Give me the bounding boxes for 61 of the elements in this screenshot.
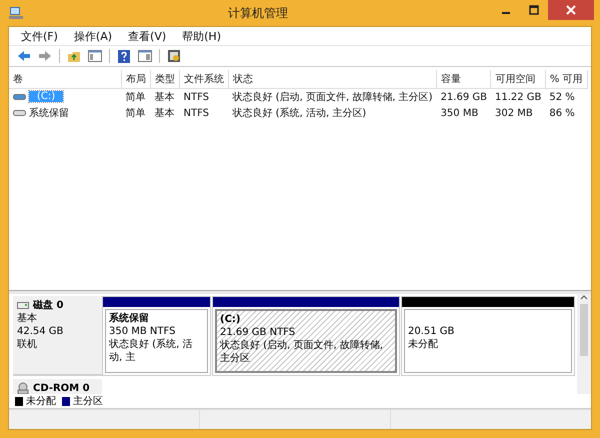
column-header[interactable]: 文件系统 — [180, 70, 228, 88]
drive-icon — [13, 94, 26, 100]
column-header[interactable]: 容量 — [436, 70, 491, 88]
properties-button[interactable] — [165, 47, 183, 65]
partition-size: 20.51 GB — [408, 325, 456, 338]
table-cell: 基本 — [150, 88, 180, 105]
partition-name: (C:) — [220, 313, 242, 326]
table-cell: 52 % — [545, 88, 588, 105]
menu-item[interactable]: 帮助(H) — [176, 28, 227, 44]
close-icon — [566, 5, 576, 15]
column-header[interactable]: 可用空间 — [490, 70, 546, 88]
table-cell-text: 简单 — [124, 106, 146, 121]
console-tree-button[interactable] — [86, 47, 104, 65]
table-cell-text: 基本 — [154, 106, 176, 121]
table-cell: NTFS — [180, 88, 228, 105]
partition-status: 未分配 — [408, 338, 439, 351]
table-cell-text: 86 % — [548, 106, 576, 120]
drive-icon — [13, 110, 26, 116]
column-header[interactable]: % 可用 — [545, 70, 588, 88]
column-header[interactable]: 状态 — [228, 70, 437, 88]
legend-label: 主分区 — [73, 394, 103, 408]
partition-block[interactable]: (C:) 21.69 GB NTFS 状态良好 (启动, 页面文件, 故障转储, 主分区 — [215, 309, 397, 373]
table-cell: 11.22 GB — [490, 88, 546, 105]
legend-label: 未分配 — [26, 394, 56, 408]
partition-block[interactable]: 系统保留 350 MB NTFS 状态良好 (系统, 活动, 主 — [105, 309, 208, 373]
window-title: 计算机管理 — [227, 4, 289, 22]
partition-status: 状态良好 (启动, 页面文件, 故障转储, 主分区 — [220, 339, 384, 365]
table-cell-text: 350 MB — [440, 106, 480, 120]
table-cell-text: NTFS — [182, 106, 210, 120]
disk-size: 42.54 GB — [17, 325, 64, 338]
menu-item[interactable]: 文件(F) — [15, 28, 64, 44]
cd-rom-info-panel[interactable]: CD-ROM 0 — [13, 379, 102, 394]
column-header[interactable]: 卷 — [9, 70, 122, 88]
volume-name[interactable]: 系统保留 — [29, 106, 69, 120]
action-pane-button[interactable] — [136, 47, 154, 65]
minimize-icon — [502, 12, 510, 14]
table-cell-text: 状态良好 (系统, 活动, 主分区) — [232, 106, 368, 121]
table-cell-text: 302 MB — [494, 106, 534, 120]
partition-name: 系统保留 — [109, 312, 150, 325]
partition-status: 状态良好 (系统, 活动, 主 — [109, 338, 194, 364]
disk-info-panel[interactable]: 磁盘 0 基本 42.54 GB 联机 — [13, 296, 102, 376]
partition-size: 21.69 GB NTFS — [220, 326, 296, 339]
column-header[interactable]: 类型 — [150, 70, 180, 88]
partition-size: 350 MB NTFS — [109, 325, 176, 338]
close-button[interactable] — [548, 0, 594, 20]
disk-status: 联机 — [17, 338, 38, 351]
table-cell: 状态良好 (启动, 页面文件, 故障转储, 主分区) — [228, 88, 437, 105]
table-cell: 简单 — [122, 88, 150, 105]
disk-name: CD-ROM 0 — [33, 382, 90, 394]
menu-item[interactable]: 查看(V) — [122, 28, 172, 44]
disk-type: 基本 — [17, 312, 38, 325]
disk-name: 磁盘 0 — [33, 299, 64, 312]
computer-management-icon — [8, 5, 24, 21]
menu-item[interactable]: 操作(A) — [68, 28, 118, 44]
partition-block[interactable]: 20.51 GB 未分配 — [404, 309, 572, 373]
column-header[interactable]: 布局 — [122, 70, 150, 88]
scrollbar[interactable] — [577, 294, 591, 394]
maximize-icon — [529, 5, 539, 15]
table-cell: 21.69 GB — [436, 88, 491, 105]
help-button[interactable] — [115, 47, 133, 65]
scroll-up-icon[interactable] — [580, 294, 588, 300]
